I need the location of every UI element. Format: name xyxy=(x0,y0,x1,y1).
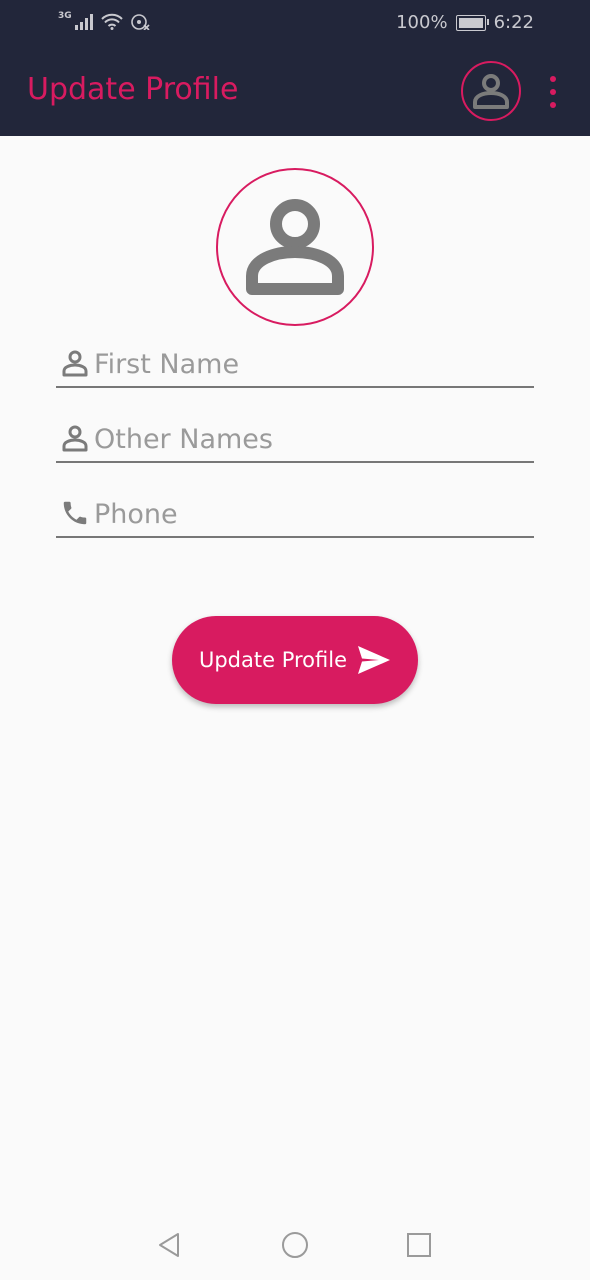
recents-square-icon xyxy=(407,1233,431,1257)
phone-input[interactable] xyxy=(94,499,514,530)
first-name-input[interactable] xyxy=(94,349,514,380)
status-right: 100% 6:22 xyxy=(396,12,534,33)
system-nav-bar xyxy=(0,1210,590,1280)
hotspot-off-icon xyxy=(130,14,150,30)
account-circle-icon xyxy=(473,74,509,109)
phone-icon xyxy=(56,496,94,530)
more-vert-icon xyxy=(550,76,556,82)
nav-back-button[interactable] xyxy=(152,1228,186,1262)
send-icon xyxy=(358,646,391,674)
other-names-field xyxy=(56,417,534,463)
person-icon xyxy=(246,199,344,295)
cellular-signal-icon xyxy=(74,14,93,30)
app-header: 3G 100% 6:22 Update Profile xyxy=(0,0,590,136)
overflow-menu-button[interactable] xyxy=(546,76,560,108)
nav-home-button[interactable] xyxy=(278,1228,312,1262)
other-names-input[interactable] xyxy=(94,424,514,455)
clock: 6:22 xyxy=(493,12,534,33)
person-icon xyxy=(56,346,94,380)
update-profile-label: Update Profile xyxy=(198,648,348,672)
status-bar: 3G 100% 6:22 xyxy=(0,0,590,44)
first-name-field xyxy=(56,342,534,388)
network-type-label: 3G xyxy=(58,11,72,21)
wifi-icon xyxy=(100,13,123,30)
nav-recents-button[interactable] xyxy=(402,1228,436,1262)
page-title: Update Profile xyxy=(27,72,239,107)
profile-picture[interactable] xyxy=(216,168,374,326)
account-button[interactable] xyxy=(461,61,521,121)
signal-indicators: 3G xyxy=(58,12,150,30)
person-icon xyxy=(56,421,94,455)
battery-icon xyxy=(455,14,489,31)
battery-percent: 100% xyxy=(396,12,448,33)
phone-field xyxy=(56,492,534,538)
update-profile-button[interactable]: Update Profile xyxy=(172,616,418,704)
home-circle-icon xyxy=(282,1232,308,1258)
back-triangle-icon xyxy=(159,1233,179,1257)
